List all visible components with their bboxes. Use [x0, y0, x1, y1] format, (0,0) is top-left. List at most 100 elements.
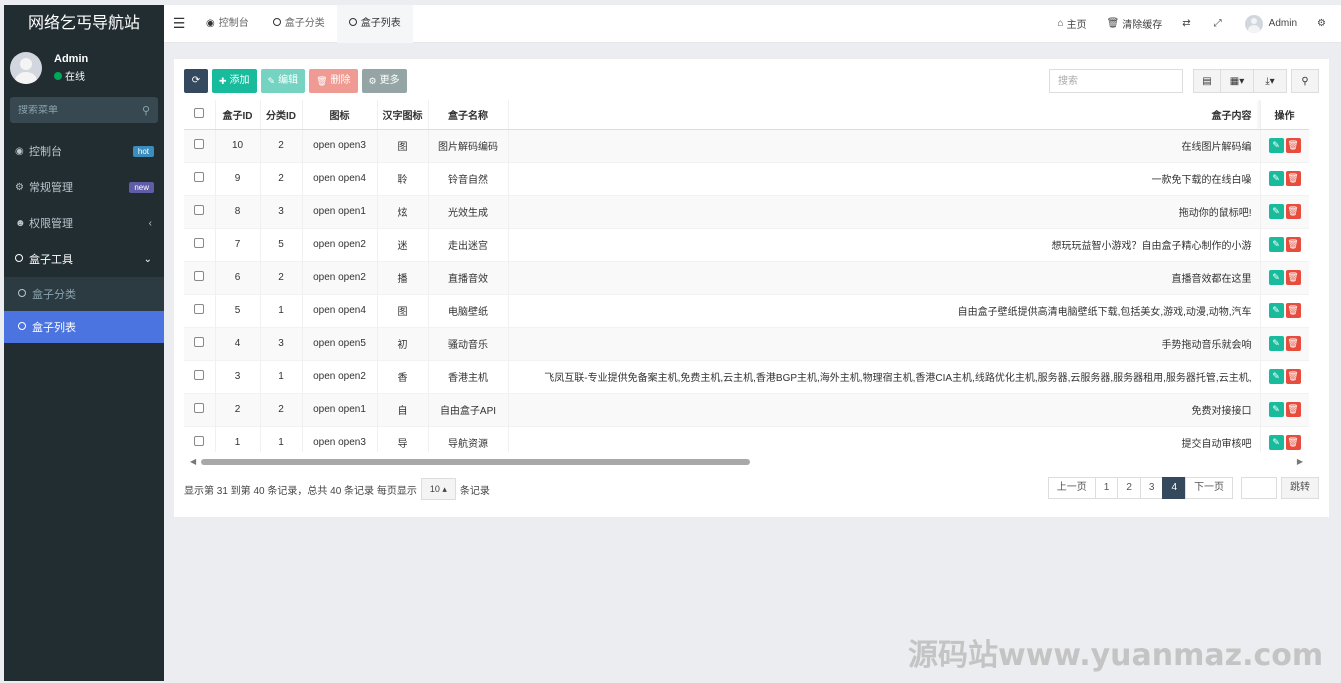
row-checkbox[interactable] [194, 370, 205, 380]
page-button-4[interactable]: 4 [1162, 477, 1186, 499]
row-checkbox[interactable] [194, 205, 205, 215]
icon-cell: open open1 [302, 194, 378, 228]
row-checkbox[interactable] [194, 271, 205, 281]
sidebar-item-auth[interactable]: ☻ 权限管理 ‹ [4, 205, 164, 241]
next-page-button[interactable]: 下一页 [1185, 477, 1233, 499]
table-row[interactable]: 9 2 open open4 聆铃音自然 一款免下载的在线白噪 ✎ 🗑 [184, 161, 1309, 195]
tab-box-category[interactable]: 盒子分类 [261, 5, 337, 43]
user-menu[interactable]: Admin [1244, 14, 1297, 33]
sidebar-search-input[interactable] [18, 104, 118, 116]
row-checkbox[interactable] [194, 172, 205, 182]
row-delete-button[interactable]: 🗑 [1285, 369, 1301, 384]
row-edit-button[interactable]: ✎ [1268, 336, 1284, 351]
row-edit-button[interactable]: ✎ [1268, 270, 1284, 285]
sidebar-item-general[interactable]: ⚙ 常规管理 new [4, 169, 164, 205]
col-header-icon[interactable]: 图标 [302, 100, 378, 130]
table-row[interactable]: 8 3 open open1 炫光效生成 拖动你的鼠标吧! ✎ 🗑 [184, 194, 1309, 228]
row-delete-button[interactable]: 🗑 [1285, 237, 1301, 252]
export-button[interactable]: ⤓▾ [1253, 69, 1287, 93]
scrollbar-thumb[interactable] [201, 459, 750, 465]
table-row[interactable]: 7 5 open open2 迷走出迷宫 想玩玩益智小游戏？自由盒子精心制作的小游 ✎ 🗑 [184, 227, 1309, 261]
table-row[interactable]: 3 1 open open2 香香港主机 飞凤互联-专业提供免备案主机,免费主机,云主机… [184, 359, 1309, 393]
row-edit-button[interactable]: ✎ [1268, 237, 1284, 252]
row-checkbox[interactable] [194, 436, 205, 447]
search-icon: ⚲ [1301, 75, 1309, 87]
row-edit-button[interactable]: ✎ [1268, 435, 1284, 451]
row-checkbox[interactable] [194, 139, 205, 149]
sidebar-item-box-category[interactable]: 盒子分类 [4, 277, 164, 311]
advanced-search-button[interactable]: ⚲ [1291, 69, 1319, 93]
row-delete-button[interactable]: 🗑 [1285, 138, 1301, 153]
table-row[interactable]: 6 2 open open2 播直播音效 直播音效都在这里 ✎ 🗑 [184, 260, 1309, 294]
row-checkbox[interactable] [194, 337, 205, 347]
row-delete-button[interactable]: 🗑 [1285, 171, 1301, 186]
cogs-icon: ⚙ [1317, 18, 1326, 29]
table-row[interactable]: 10 2 open open3 图图片解码编码 在线图片解码编 ✎ 🗑 [184, 128, 1309, 162]
row-checkbox[interactable] [194, 304, 205, 314]
table-row[interactable]: 1 1 open open3 导导航资源 提交自动审核吧 ✎ 🗑 [184, 425, 1309, 452]
fullscreen-button[interactable]: ⤢ [1214, 18, 1225, 29]
page-button-1[interactable]: 1 [1094, 477, 1119, 499]
horizontal-scrollbar[interactable]: ◀ ▶ [184, 457, 1309, 469]
table-row[interactable]: 2 2 open open1 自自由盒子API 免费对接接口 ✎ 🗑 [184, 392, 1309, 426]
row-edit-button[interactable]: ✎ [1268, 303, 1284, 318]
more-button[interactable]: ⚙ 更多 [361, 69, 407, 93]
table-search-input[interactable] [1049, 69, 1183, 93]
hanzi-icon-cell: 香 [377, 359, 429, 393]
clear-cache-button[interactable]: 🗑 清除缓存 [1107, 16, 1163, 31]
row-edit-button[interactable]: ✎ [1268, 204, 1284, 219]
sidebar-item-dashboard[interactable]: ◉ 控制台 hot [4, 133, 164, 169]
sidebar-item-box-list[interactable]: 盒子列表 [4, 311, 164, 343]
row-delete-button[interactable]: 🗑 [1285, 204, 1301, 219]
page-size-select[interactable]: 10 ▴ [420, 478, 456, 500]
add-button[interactable]: ✚ 添加 [212, 69, 257, 93]
pagination-info-prefix: 显示第 31 到第 40 条记录，总共 40 条记录 每页显示 [184, 485, 417, 497]
row-delete-button[interactable]: 🗑 [1285, 270, 1301, 285]
page-button-2[interactable]: 2 [1117, 477, 1141, 499]
circle-icon [15, 253, 29, 265]
refresh-button[interactable]: ⟳ [184, 69, 208, 93]
table-row[interactable]: 4 3 open open5 初骚动音乐 手势拖动音乐就会响 ✎ 🗑 [184, 326, 1309, 360]
page-button-3[interactable]: 3 [1139, 477, 1164, 499]
col-header-id[interactable]: 盒子ID [215, 100, 261, 130]
col-header-name[interactable]: 盒子名称 [428, 100, 509, 130]
home-link[interactable]: ⌂ 主页 [1058, 16, 1087, 31]
columns-button[interactable]: ▦▾ [1220, 69, 1254, 93]
prev-page-button[interactable]: 上一页 [1047, 477, 1096, 499]
col-header-content[interactable]: 盒子内容 [508, 100, 1261, 130]
delete-button[interactable]: 🗑 删除 [309, 69, 358, 93]
sidebar-item-box-tools[interactable]: 盒子工具 ⌄ [4, 241, 164, 277]
row-edit-button[interactable]: ✎ [1268, 171, 1284, 186]
edit-button[interactable]: ✎ 编辑 [260, 69, 306, 93]
language-button[interactable]: ⇄ [1182, 18, 1193, 29]
page-jump-button[interactable]: 跳转 [1281, 477, 1319, 499]
site-title[interactable]: 网络乞丐导航站 [4, 5, 164, 43]
row-edit-button[interactable]: ✎ [1268, 369, 1284, 384]
scroll-right-icon[interactable]: ▶ [1297, 457, 1303, 466]
row-checkbox[interactable] [194, 403, 205, 413]
row-delete-button[interactable]: 🗑 [1285, 435, 1301, 451]
menu-toggle-icon[interactable]: ☰ [164, 15, 194, 32]
row-delete-button[interactable]: 🗑 [1285, 402, 1301, 417]
col-header-hanzi-icon[interactable]: 汉字图标 [377, 100, 429, 130]
table-view-icon: ▤ [1202, 75, 1212, 87]
settings-button[interactable]: ⚙ [1317, 18, 1329, 29]
row-delete-button[interactable]: 🗑 [1285, 303, 1301, 318]
toggle-view-button[interactable]: ▤ [1193, 69, 1221, 93]
sidebar-item-label: 盒子列表 [32, 322, 76, 334]
avatar [1244, 14, 1263, 33]
table-row[interactable]: 5 1 open open4 图电脑壁纸 自由盒子壁纸提供高清电脑壁纸下载,包括美女,游… [184, 293, 1309, 327]
search-icon[interactable]: ⚲ [142, 104, 150, 117]
select-cell [184, 425, 216, 452]
tab-box-list[interactable]: 盒子列表 [336, 4, 413, 43]
page-jump-input[interactable] [1241, 477, 1277, 499]
select-cell [184, 161, 216, 195]
row-edit-button[interactable]: ✎ [1268, 138, 1284, 153]
col-header-cat-id[interactable]: 分类ID [260, 100, 303, 130]
row-edit-button[interactable]: ✎ [1268, 402, 1284, 417]
select-all-checkbox[interactable] [194, 107, 205, 118]
scroll-left-icon[interactable]: ◀ [190, 457, 196, 466]
row-checkbox[interactable] [194, 238, 205, 248]
tab-dashboard[interactable]: ◉ 控制台 [194, 5, 261, 43]
row-delete-button[interactable]: 🗑 [1285, 336, 1301, 351]
